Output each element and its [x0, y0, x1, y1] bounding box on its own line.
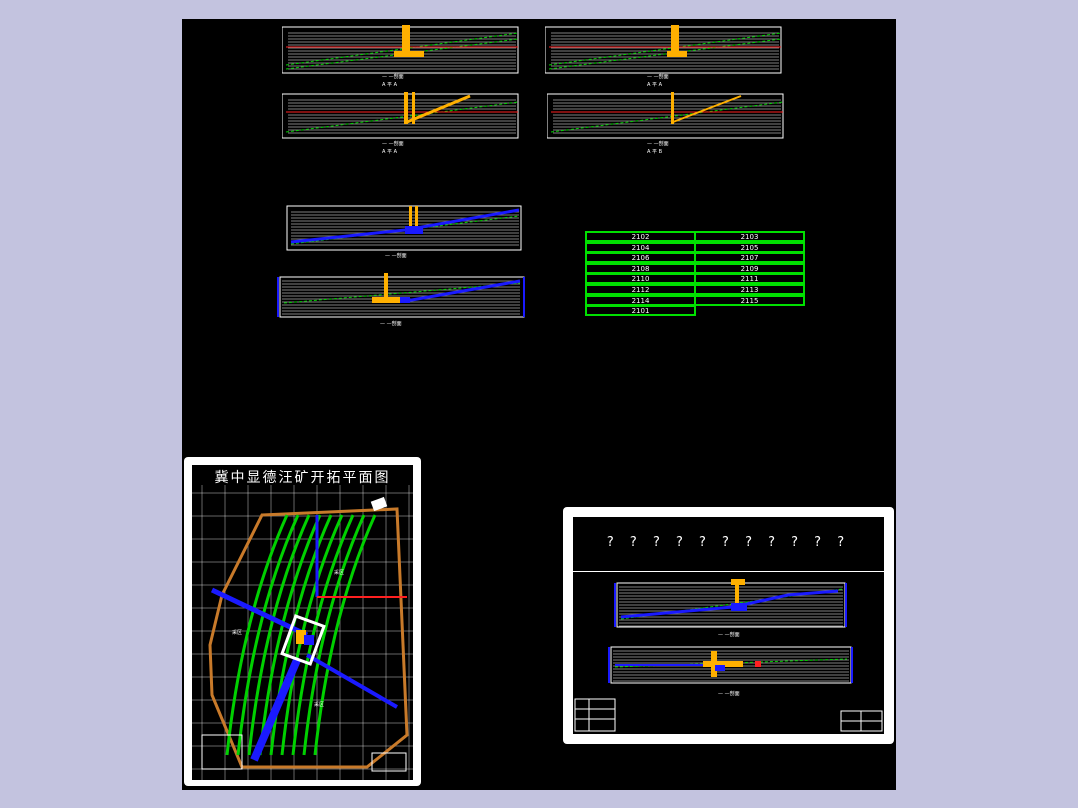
section-sheet-title: ? ? ? ? ? ? ? ? ? ? ? [606, 535, 851, 550]
panel-cell: 2107 [694, 252, 805, 264]
cross-section-sheet-2 [608, 646, 853, 684]
section-subcaption: A 平 A [647, 82, 663, 88]
cross-section-mid-1 [286, 205, 522, 251]
cross-section-sheet-1 [614, 579, 847, 628]
panel-cell: 2113 [694, 284, 805, 295]
cross-section-top-right-a [545, 25, 782, 74]
panel-cell: 2103 [694, 231, 805, 242]
section-caption: — —剖面 [718, 691, 740, 697]
section-sheet: ? ? ? ? ? ? ? ? ? ? ? — —剖面 — —剖面 [563, 507, 894, 744]
section-caption: — —剖面 [718, 632, 740, 638]
section-subcaption: A 平 A [382, 82, 398, 88]
panel-cell: 2106 [585, 252, 696, 264]
cross-section-mid-2 [277, 273, 525, 318]
section-subcaption: A 平 B [647, 149, 663, 155]
area-label: 采区 [314, 702, 325, 708]
panel-cell: 2101 [585, 305, 696, 317]
section-caption: — —剖面 [647, 74, 669, 80]
title-blocks [574, 698, 883, 732]
panel-cell: 2102 [585, 231, 696, 242]
title-divider [573, 571, 884, 572]
section-caption: — —剖面 [647, 141, 669, 147]
panel-cell: 2114 [585, 294, 696, 306]
cross-section-top-left-b [282, 92, 519, 139]
section-caption: — —剖面 [382, 74, 404, 80]
cross-section-top-right-b [547, 92, 784, 139]
section-subcaption: A 平 A [382, 149, 398, 155]
section-caption: — —剖面 [382, 141, 404, 147]
panel-cell: 2108 [585, 262, 696, 274]
panel-cell: 2111 [694, 273, 805, 285]
panel-cell: 2109 [694, 262, 805, 274]
cross-section-top-left-a [282, 25, 519, 74]
section-caption: — —剖面 [380, 321, 402, 327]
panel-cell: 2104 [585, 241, 696, 253]
plan-sheet: 冀中显德汪矿开拓平面图 采区 采区 采区 [184, 457, 421, 786]
panel-cell: 2110 [585, 273, 696, 285]
plan-title: 冀中显德汪矿开拓平面图 [214, 470, 391, 486]
mine-plan-map [192, 485, 413, 780]
panel-cell: 2105 [694, 241, 805, 253]
panel-cell: 2112 [585, 284, 696, 295]
area-label: 采区 [232, 630, 243, 636]
section-caption: — —剖面 [385, 253, 407, 259]
panel-cell: 2115 [694, 294, 805, 306]
area-label: 采区 [334, 570, 345, 576]
